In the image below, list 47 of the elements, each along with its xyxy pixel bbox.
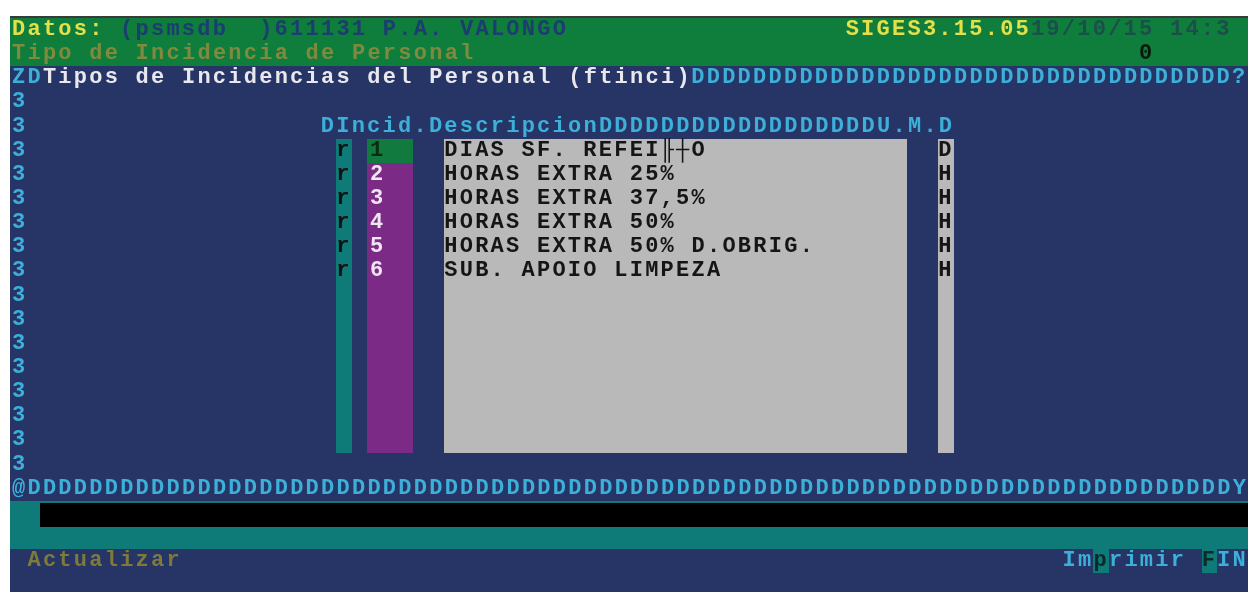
description-cell-text: DIAS SF. REFEI╟┼O bbox=[444, 138, 708, 163]
row-marker: r bbox=[336, 138, 352, 163]
description-cell-text: HORAS EXTRA 25% bbox=[444, 162, 677, 187]
print-action[interactable]: Imp rimir bbox=[1062, 549, 1187, 574]
frame-border: 3 bbox=[12, 235, 28, 260]
description-cell-text: SUB. APOIO LIMPEZA bbox=[444, 259, 724, 284]
row-marker: r bbox=[336, 235, 352, 260]
frame-border: 3 bbox=[12, 162, 28, 187]
row-marker: r bbox=[336, 259, 352, 284]
frame-border: 3 bbox=[12, 355, 28, 381]
unit-cell: H bbox=[938, 211, 954, 236]
frame-border: 3 bbox=[12, 90, 28, 115]
frame-border: 3 bbox=[12, 138, 28, 163]
form-title: Tipos de Incidencias del Personal (ftinci) bbox=[42, 66, 692, 91]
frame-border: @DDDDDDDDDDDDDDDDDDDDDDDDDDDDDDDDDDDDDDDDDDDDDDDDDDDDDDDDDDDDDDDDDDDDDDDDDDDDDDY bbox=[12, 476, 1247, 501]
frame-border: 3 bbox=[12, 114, 28, 139]
frame-border: DDDDDDDDDDDDDDDDDDDDDDDDDDDDDDDDDDD? bbox=[691, 66, 1247, 91]
frame-border: 3 bbox=[12, 331, 28, 356]
frame-border: 3 bbox=[12, 380, 28, 405]
row-marker: r bbox=[336, 211, 352, 236]
database-info: (psmsdb )611131 P.A. VALONGO bbox=[120, 18, 568, 43]
frame-border: 3 bbox=[12, 404, 28, 429]
unit-cell: D bbox=[938, 138, 954, 163]
data-label: Datos: bbox=[12, 18, 105, 43]
frame-border: 3 bbox=[12, 307, 28, 332]
version-text: SIGES3.15.05 bbox=[845, 18, 1031, 43]
counter-text: 0 bbox=[1138, 42, 1155, 67]
unit-cell: H bbox=[938, 187, 954, 212]
row-marker: r bbox=[336, 162, 352, 187]
description-cell-text: HORAS EXTRA 37,5% bbox=[444, 187, 708, 212]
unit-cell: H bbox=[938, 259, 954, 284]
screen-subtitle: Tipo de Incidencia de Personal bbox=[12, 42, 476, 67]
frame-border: 3 bbox=[12, 452, 28, 477]
unit-cell: H bbox=[938, 235, 954, 260]
command-field[interactable] bbox=[39, 502, 1248, 527]
frame-border: 3 bbox=[12, 187, 28, 212]
description-cell-text: HORAS EXTRA 50% bbox=[444, 211, 678, 236]
unit-cell: H bbox=[938, 162, 954, 187]
description-cell-text: HORAS EXTRA 50% D.OBRIG. bbox=[444, 235, 817, 260]
frame-corner: ZD bbox=[12, 66, 43, 91]
exit-action[interactable]: FIN bbox=[1201, 549, 1248, 574]
frame-border: 3 bbox=[12, 259, 28, 284]
row-marker: r bbox=[336, 187, 352, 212]
column-header: DIncid.DescripcionDDDDDDDDDDDDDDDDDDU.M.D bbox=[320, 114, 954, 139]
frame-border: 3 bbox=[12, 283, 28, 308]
frame-border: 3 bbox=[12, 428, 28, 453]
frame-border: 3 bbox=[12, 211, 28, 236]
